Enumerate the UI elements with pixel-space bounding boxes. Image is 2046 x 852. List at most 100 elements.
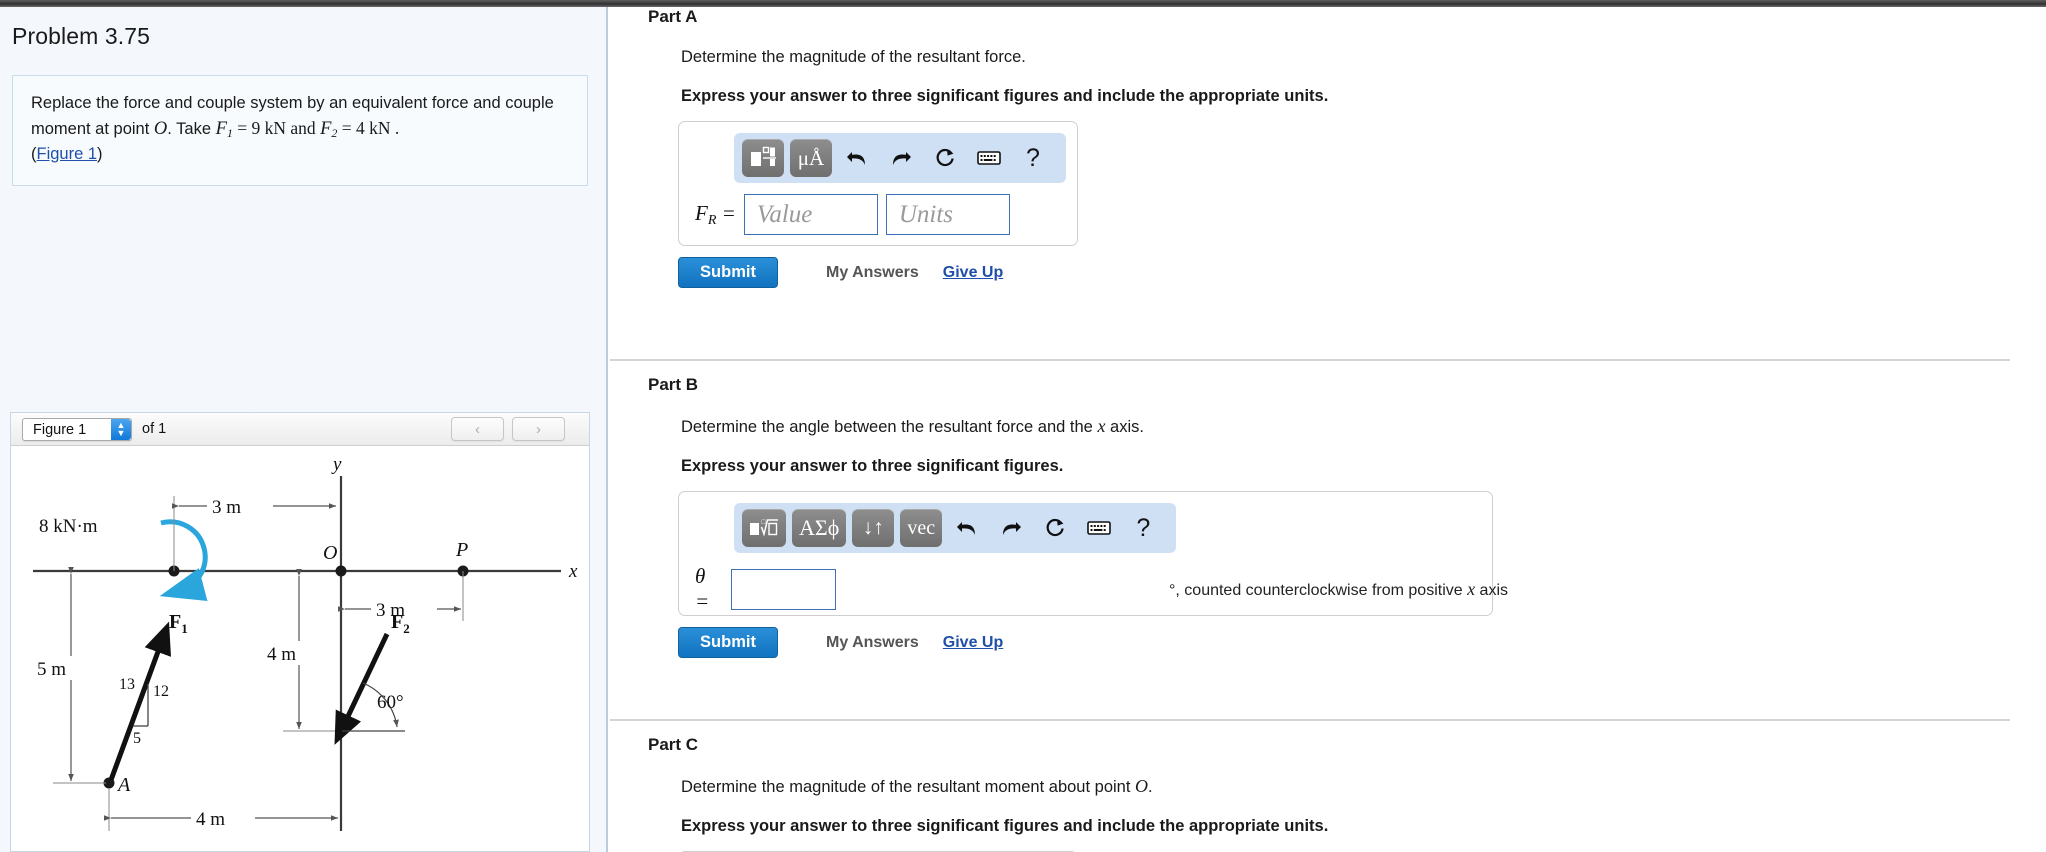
greek-glyph: ΑΣϕ [799,515,840,540]
figure-select-stepper-icon[interactable]: ▲ ▼ [111,419,131,440]
part-a-give-up-link[interactable]: Give Up [943,264,1003,282]
point-p-label: P [455,539,468,561]
part-c-heading: Part C [648,735,699,754]
f1-symbol: F [215,118,227,139]
point-o-label: O [323,542,337,564]
dim-3m-top-label: 3 m [212,497,241,518]
redo-icon[interactable] [882,139,920,177]
paren-close: ) [97,144,103,163]
f1-value: = 9 kN and [232,117,321,138]
part-b-answer-row: θ = °, counted counterclockwise from pos… [695,564,1508,614]
tri-5-label: 5 [133,730,141,747]
part-a-units-placeholder: Units [898,200,953,228]
figure-count-label: of 1 [142,421,167,437]
vector-button[interactable]: vec [900,509,943,547]
page-root: Problem 3.75 Replace the force and coupl… [0,0,2046,852]
part-a-my-answers-link[interactable]: My Answers [826,264,919,282]
part-b-my-answers-link[interactable]: My Answers [826,634,919,652]
figure-diagram: x y O P A 8 kN·m 3 m 3 m 4 m 5 m 4 m F1 … [11,446,589,851]
part-a-math-toolbar: μÅ ? [734,133,1066,183]
window-chrome-bar [0,0,2046,7]
part-a-value-input[interactable]: Value [743,194,878,235]
part-c-question-post: . [1148,778,1153,796]
problem-statement-text: Replace the force and couple system by a… [31,92,569,167]
part-a-question: Determine the magnitude of the resultant… [681,48,1026,66]
keyboard-icon[interactable] [1080,509,1118,547]
part-b-answer-label: θ = [695,564,710,613]
figure-select-value: Figure 1 [33,421,87,438]
page-title: Problem 3.75 [12,23,150,49]
part-a-answer-label: FR = [695,200,736,228]
point-a-label: A [116,774,131,796]
arrows-updown-button[interactable]: ↓↑ [852,509,895,547]
help-icon[interactable]: ? [1124,509,1162,547]
figure-select[interactable]: Figure 1 ▲ ▼ [22,418,132,441]
x-axis-label: x [568,561,578,582]
point-o-marker [335,565,347,577]
figure-prev-button[interactable]: ‹ [451,417,504,441]
part-a-value-placeholder: Value [756,200,813,228]
dim-5m-label: 5 m [37,659,66,680]
statement-part-2: . Take [167,119,216,138]
tri-12-label: 12 [153,683,169,700]
part-c-question-var: O [1135,776,1149,796]
part-a-heading: Part A [648,7,698,26]
couple-moment-label: 8 kN·m [39,516,98,537]
parts-panel: Part A Determine the magnitude of the re… [610,7,2046,852]
part-b-question-post: axis. [1105,418,1144,436]
part-b-math-toolbar: □ ΑΣϕ ↓↑ vec ? [734,503,1177,553]
dim-4m-vert-label: 4 m [267,644,296,665]
template-layout-icon[interactable] [742,139,784,177]
dim-4m-bottom-label: 4 m [196,809,225,830]
chevron-left-icon: ‹ [475,420,480,438]
part-b-give-up-link[interactable]: Give Up [943,634,1003,652]
nth-root-template-icon[interactable]: □ [742,509,786,547]
part-b-answer-box: □ ΑΣϕ ↓↑ vec ? θ = °, counted counterclo… [678,491,1508,616]
tri-13-label: 13 [119,676,135,693]
y-axis-label: y [331,454,342,475]
f2-symbol: F [320,118,332,139]
help-icon[interactable]: ? [1014,139,1052,177]
chevron-right-icon: › [536,420,541,438]
part-b-actions: Submit My Answers Give Up [678,627,2038,658]
part-b-submit-button[interactable]: Submit [678,627,778,658]
chevron-down-icon: ▼ [116,427,126,438]
part-a-instruction: Express your answer to three significant… [681,87,1329,105]
part-c-instruction: Express your answer to three significant… [681,817,1329,835]
keyboard-icon[interactable] [970,139,1008,177]
force-f2-arrow [334,632,390,745]
part-b-heading: Part B [648,375,699,394]
part-c-question: Determine the magnitude of the resultant… [681,776,2038,797]
undo-icon[interactable] [948,509,986,547]
figure-panel: Figure 1 ▲ ▼ of 1 ‹ › x y O P A 8 kN·m 3… [10,412,590,852]
part-a-submit-button[interactable]: Submit [678,257,778,288]
couple-moment-arc [159,519,208,601]
undo-icon[interactable] [838,139,876,177]
force-f1-label: F1 [169,611,188,636]
part-c-question-pre: Determine the magnitude of the resultant… [681,778,1136,796]
mu-angstrom-glyph: μÅ [797,145,825,170]
point-o-symbol: O [153,118,168,139]
part-b-section: Part B Determine the angle between the r… [648,375,2038,658]
part-a-section: Part A Determine the magnitude of the re… [648,7,2038,288]
redo-icon[interactable] [992,509,1030,547]
arrows-updown-glyph: ↓↑ [862,516,884,539]
reset-icon[interactable] [1036,509,1074,547]
force-f1-arrow [108,621,171,781]
f2-value: = 4 kN . [337,117,400,138]
reset-icon[interactable] [926,139,964,177]
part-b-question: Determine the angle between the resultan… [681,416,2038,437]
part-a-answer-row: FR = Value Units [695,194,1010,235]
greek-symbols-button[interactable]: ΑΣϕ [792,509,847,547]
problem-statement-box: Replace the force and couple system by a… [12,75,588,186]
vec-glyph: vec [907,516,936,539]
figure-next-button[interactable]: › [512,417,565,441]
part-b-divider [610,719,2010,721]
part-a-divider [610,359,2010,361]
part-a-units-input[interactable]: Units [885,194,1010,235]
figure-1-link[interactable]: Figure 1 [37,145,98,163]
part-b-value-input[interactable] [730,568,836,610]
units-mu-angstrom-button[interactable]: μÅ [790,139,832,177]
figure-toolbar: Figure 1 ▲ ▼ of 1 ‹ › [11,413,589,446]
part-b-answer-suffix: °, counted counterclockwise from positiv… [1169,578,1508,599]
